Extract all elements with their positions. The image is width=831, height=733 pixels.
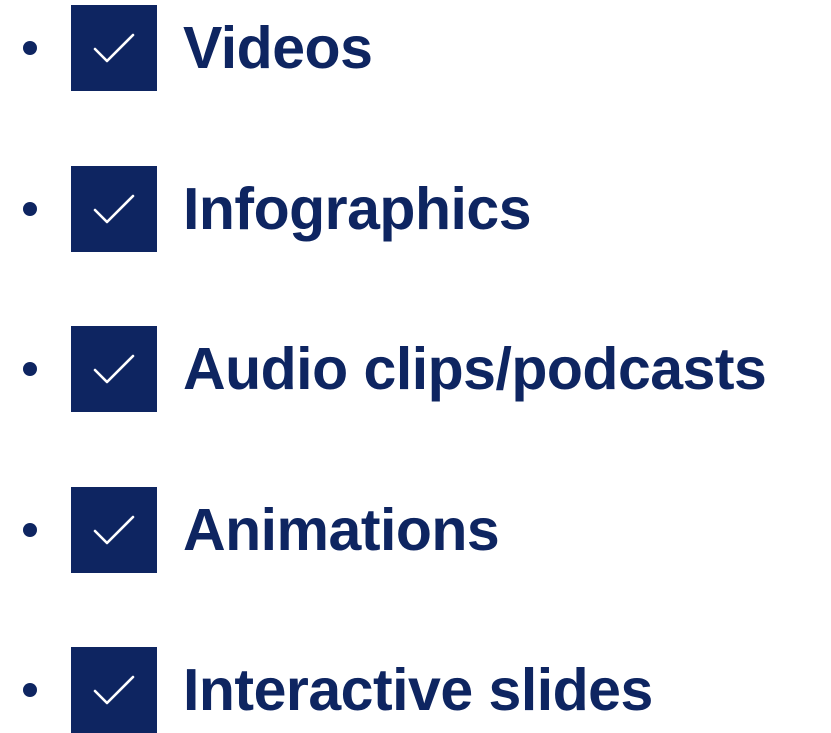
bullet-dot	[23, 202, 37, 216]
list-item: Interactive slides	[0, 647, 831, 733]
bullet-dot	[23, 523, 37, 537]
list-item: Audio clips/podcasts	[0, 326, 831, 412]
checkbox-checked-icon	[71, 326, 157, 412]
checklist: Videos Infographics Audio clips/podcasts	[0, 0, 831, 733]
list-item: Videos	[0, 5, 831, 91]
item-label: Audio clips/podcasts	[183, 336, 767, 402]
checkbox-checked-icon	[71, 5, 157, 91]
bullet-dot	[23, 683, 37, 697]
item-label: Animations	[183, 497, 500, 563]
checkbox-checked-icon	[71, 487, 157, 573]
checkmark-icon	[71, 647, 157, 733]
checkmark-icon	[71, 326, 157, 412]
list-item: Infographics	[0, 166, 831, 252]
item-label: Infographics	[183, 176, 532, 242]
checkmark-icon	[71, 5, 157, 91]
checkmark-icon	[71, 487, 157, 573]
checkbox-checked-icon	[71, 166, 157, 252]
item-label: Interactive slides	[183, 657, 653, 723]
bullet-dot	[23, 362, 37, 376]
item-label: Videos	[183, 15, 373, 81]
checkbox-checked-icon	[71, 647, 157, 733]
checkmark-icon	[71, 166, 157, 252]
bullet-dot	[23, 41, 37, 55]
list-item: Animations	[0, 487, 831, 573]
